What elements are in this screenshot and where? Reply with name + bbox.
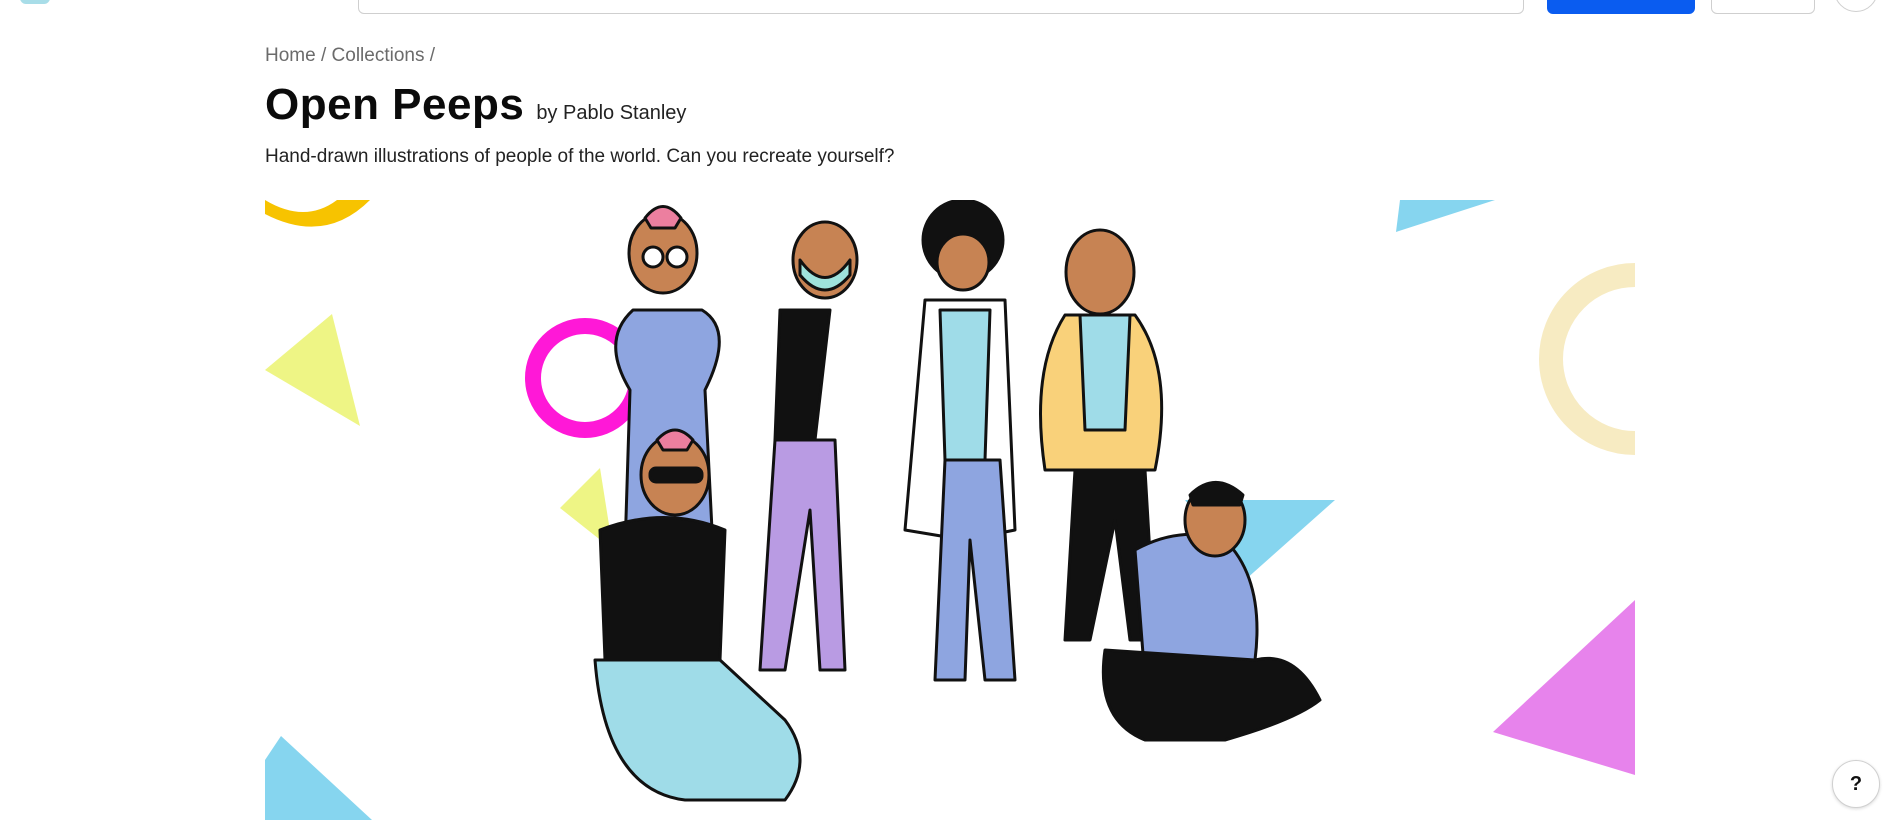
avatar[interactable] — [1834, 0, 1878, 12]
cyan-triangle-top-shape — [1396, 200, 1495, 232]
page-title: Open Peeps — [265, 80, 525, 129]
breadcrumb: Home / Collections / — [265, 45, 435, 67]
violet-triangle-shape — [1493, 600, 1635, 775]
yellow-arc-shape — [265, 200, 370, 227]
cyan-triangle-corner-shape — [265, 736, 372, 820]
hero-illustration — [265, 200, 1635, 820]
lime-triangle-shape — [265, 314, 360, 426]
person-lab-coat — [903, 200, 1017, 682]
collection-description: Hand-drawn illustrations of people of th… — [265, 146, 895, 167]
breadcrumb-collections-link[interactable]: Collections — [332, 45, 425, 66]
cream-ring-shape — [1539, 263, 1635, 455]
person-purple-pants — [758, 220, 859, 672]
breadcrumb-home-link[interactable]: Home — [265, 45, 316, 66]
help-button[interactable]: ? — [1832, 760, 1880, 808]
title-row: Open Peeps by Pablo Stanley — [265, 80, 686, 130]
breadcrumb-separator: / — [315, 45, 332, 66]
secondary-header-button[interactable] — [1711, 0, 1815, 14]
app-logo[interactable] — [20, 0, 50, 4]
primary-header-button[interactable] — [1547, 0, 1695, 14]
search-input[interactable] — [358, 0, 1524, 14]
open-peeps-illustration-icon — [265, 200, 1635, 820]
author-byline: by Pablo Stanley — [536, 102, 687, 124]
breadcrumb-separator: / — [424, 45, 436, 66]
